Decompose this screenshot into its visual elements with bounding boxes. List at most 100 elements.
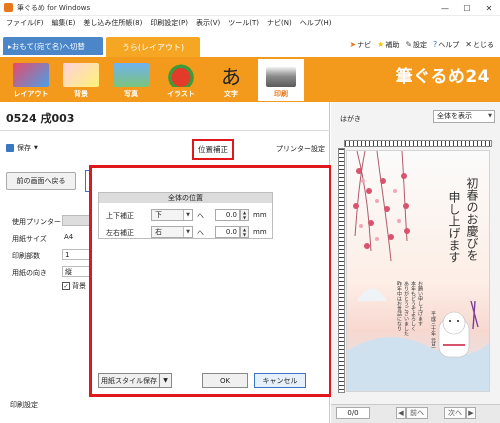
menu-tools[interactable]: ツール(T) — [228, 18, 259, 28]
chevron-down-icon: ▼ — [488, 113, 492, 119]
printer-settings-link[interactable]: プリンター設定 — [276, 144, 325, 154]
help-label: ヘルプ — [438, 41, 460, 49]
toolbar-illust-label: イラスト — [167, 90, 195, 98]
minimize-button[interactable]: — — [434, 0, 456, 16]
menu-print-settings[interactable]: 印刷設定(P) — [150, 18, 188, 28]
printer-icon — [266, 67, 296, 87]
close-window-button[interactable]: ✕ — [478, 0, 500, 16]
toolbar-layout-button[interactable]: レイアウト — [8, 59, 54, 101]
first-page-button[interactable]: ◀ — [396, 407, 406, 419]
chevron-down-icon: ▼ — [183, 227, 192, 237]
view-select[interactable]: 全体を表示 ▼ — [433, 110, 495, 123]
horizontal-direction-value: 右 — [155, 228, 162, 236]
last-page-button[interactable]: ▶ — [466, 407, 476, 419]
paper-style-save-button[interactable]: 用紙スタイル保存 — [98, 373, 160, 388]
vertical-spinner[interactable]: ▲ ▼ — [240, 209, 249, 221]
vertical-direction-value: 下 — [155, 211, 162, 219]
printer-label: 使用プリンター — [12, 218, 61, 226]
message-line-3: 本年もどうぞよろしく — [410, 281, 416, 331]
menu-file[interactable]: ファイル(F) — [6, 18, 44, 28]
position-correction-button[interactable]: 位置補正 — [192, 139, 234, 160]
settei-link[interactable]: ✎設定 — [405, 40, 427, 50]
hojo-link[interactable]: ★補助 — [377, 40, 399, 50]
navi-label: ナビ — [357, 41, 372, 49]
next-page-button[interactable]: 次へ — [444, 407, 466, 419]
greeting-line-1: 初春のお慶びを — [465, 177, 479, 261]
menu-address-book[interactable]: 差し込み住所帳(8) — [83, 18, 142, 28]
save-label: 保存 — [17, 144, 31, 152]
ok-button[interactable]: OK — [202, 373, 248, 388]
product-logo: 筆ぐるめ24 — [395, 67, 490, 87]
close-x-icon: ✕ — [465, 40, 472, 49]
horizontal-unit: mm — [253, 228, 267, 236]
paper-size-value[interactable]: A4 — [62, 232, 90, 243]
menu-help[interactable]: ヘルプ(H) — [300, 18, 332, 28]
wrench-icon: ✎ — [405, 40, 413, 49]
close-link[interactable]: ✕とじる — [465, 40, 494, 50]
orientation-label: 用紙の向き — [12, 269, 47, 277]
background-icon — [63, 63, 99, 87]
photo-icon — [113, 63, 149, 87]
top-links: ➤ナビ ★補助 ✎設定 ?ヘルプ ✕とじる — [349, 40, 494, 50]
vertical-ruler — [338, 148, 345, 393]
text-icon: あ — [221, 64, 241, 89]
spin-down-icon[interactable]: ▼ — [241, 215, 248, 220]
paper-style-dropdown[interactable]: ▼ — [160, 373, 172, 388]
tab-ura-layout[interactable]: うら(レイアウト) — [106, 37, 200, 57]
toolbar-illust-button[interactable]: イラスト — [158, 59, 204, 101]
overall-position-header: 全体の位置 — [99, 193, 272, 203]
message-line-4: お願い申し上げます — [417, 281, 423, 326]
menu-navi[interactable]: ナビ(N) — [267, 18, 292, 28]
menu-view[interactable]: 表示(V) — [196, 18, 220, 28]
star-icon: ★ — [377, 40, 385, 49]
spin-down-icon[interactable]: ▼ — [241, 232, 248, 237]
toolbar-text-button[interactable]: あ 文字 — [208, 59, 254, 101]
question-icon: ? — [433, 40, 438, 49]
toolbar-background-button[interactable]: 背景 — [58, 59, 104, 101]
navi-icon: ➤ — [349, 40, 357, 49]
horizontal-to-label: へ — [197, 229, 204, 237]
background-check-label: 背景 — [72, 282, 86, 290]
window-controls: — ☐ ✕ — [434, 0, 500, 16]
printer-select[interactable] — [62, 215, 90, 226]
menu-edit[interactable]: 編集(E) — [52, 18, 76, 28]
maximize-button[interactable]: ☐ — [456, 0, 478, 16]
tab-omote-switch[interactable]: ▸おもて(宛て名)へ切替 — [3, 37, 103, 55]
toolbar-print-button[interactable]: 印刷 — [258, 59, 304, 101]
horizontal-amount-input[interactable]: 0.0 — [215, 226, 240, 238]
help-link[interactable]: ?ヘルプ — [433, 40, 459, 50]
next-page-label: 次へ — [448, 409, 462, 417]
view-select-value: 全体を表示 — [437, 112, 472, 120]
prev-page-button[interactable]: 前へ — [406, 407, 428, 419]
page-indicator: 0/0 — [336, 407, 370, 419]
vertical-amount-input[interactable]: 0.0 — [215, 209, 240, 221]
checkbox-checked-icon: ✓ — [62, 282, 70, 290]
horizontal-direction-select[interactable]: 右 ▼ — [151, 226, 193, 238]
vertical-correction-label: 上下補正 — [106, 212, 134, 220]
save-button[interactable]: 保存 ▼ — [6, 143, 38, 153]
cancel-button[interactable]: キャンセル — [254, 373, 306, 388]
print-settings-header: 印刷設定 — [10, 401, 38, 409]
toolbar-layout-label: レイアウト — [13, 90, 49, 98]
layout-icon — [13, 63, 49, 87]
chevron-down-icon: ▼ — [183, 210, 192, 220]
toolbar-background-label: 背景 — [74, 90, 88, 98]
back-button[interactable]: 前の画面へ戻る — [6, 172, 76, 190]
close-label: とじる — [473, 41, 494, 49]
prev-page-label: 前へ — [410, 409, 424, 417]
horizontal-spinner[interactable]: ▲ ▼ — [240, 226, 249, 238]
paper-size-label: 用紙サイズ — [12, 235, 47, 243]
title-bar: 筆ぐるめ for Windows — ☐ ✕ — [0, 0, 500, 16]
orientation-select[interactable]: 縦 — [62, 266, 90, 277]
toolbar-print-label: 印刷 — [274, 90, 288, 98]
save-icon — [6, 144, 14, 152]
chevron-down-icon: ▼ — [34, 145, 38, 151]
copies-input[interactable]: 1 — [62, 249, 90, 260]
divider — [0, 130, 330, 131]
vertical-direction-select[interactable]: 下 ▼ — [151, 209, 193, 221]
toolbar-photo-button[interactable]: 写真 — [108, 59, 154, 101]
vertical-unit: mm — [253, 211, 267, 219]
navi-link[interactable]: ➤ナビ — [349, 40, 371, 50]
background-checkbox[interactable]: ✓ 背景 — [62, 281, 86, 291]
document-id: 0524 戌003 — [6, 112, 75, 125]
